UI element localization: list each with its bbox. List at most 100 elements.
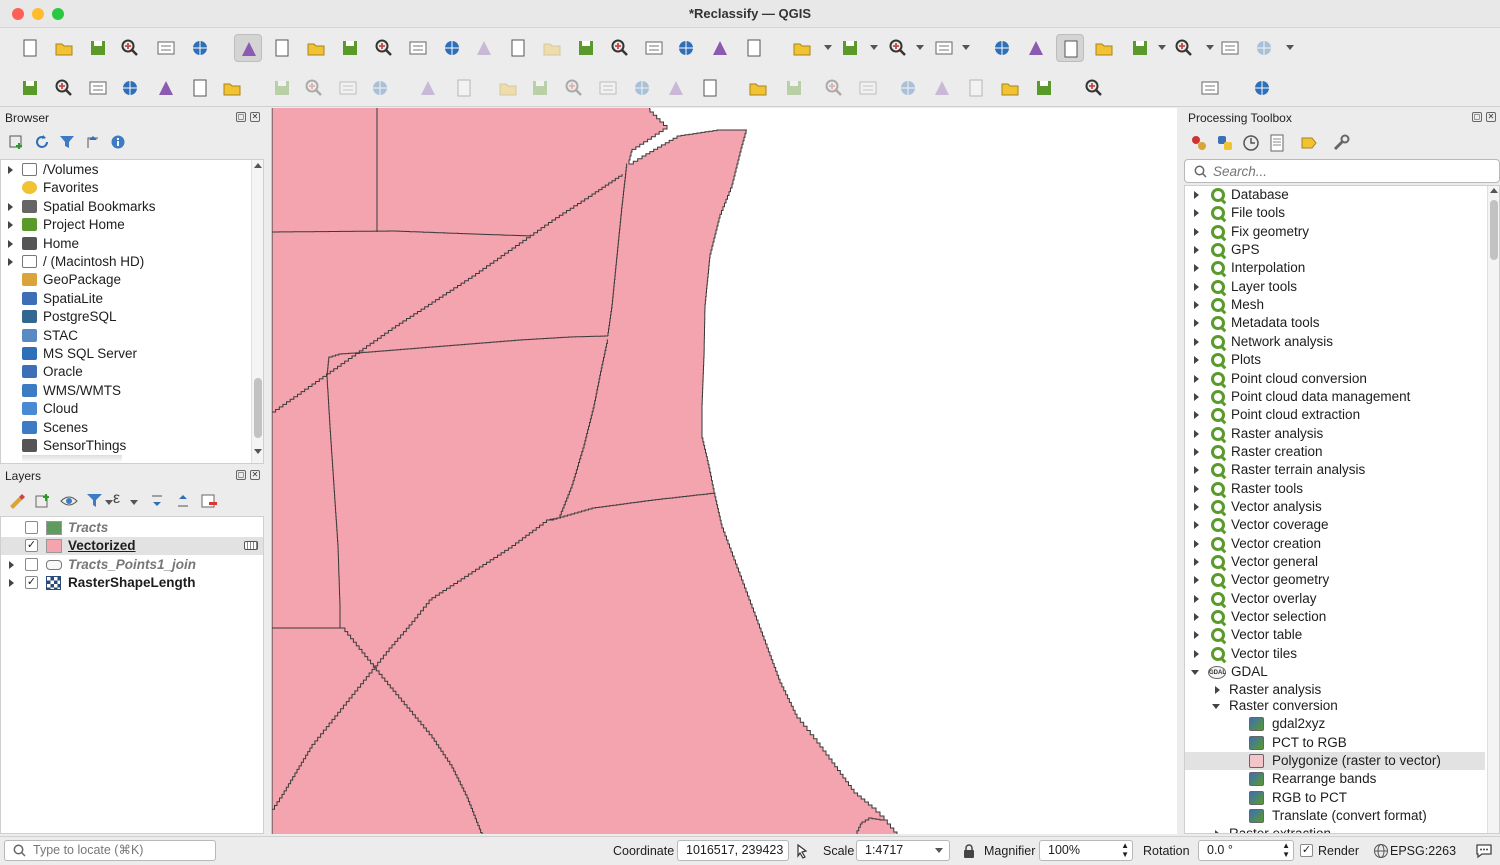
digitize-button[interactable]	[116, 74, 144, 102]
measure-dropdown-arrow[interactable]	[1206, 45, 1214, 50]
toolbox-group[interactable]: Vector coverage	[1185, 516, 1485, 534]
undo-button[interactable]	[628, 74, 656, 102]
plugin-metasearch-button[interactable]	[1080, 74, 1108, 102]
scrollbar-thumb[interactable]	[1490, 200, 1498, 260]
browser-item[interactable]: Home	[1, 235, 249, 253]
layout-manager-button[interactable]	[152, 34, 180, 62]
measure-button[interactable]	[1170, 34, 1198, 62]
new-spatialite-button[interactable]	[152, 74, 180, 102]
select-features-button[interactable]	[788, 34, 816, 62]
toolbox-group[interactable]: Raster creation	[1185, 443, 1485, 461]
layer-edit-indicator-icon[interactable]	[244, 541, 258, 551]
new-geopackage-button[interactable]	[50, 74, 78, 102]
expand-arrow-icon[interactable]	[1194, 246, 1199, 255]
magnifier-field[interactable]: 100% ▲ ▼	[1039, 840, 1133, 861]
expand-arrow-icon[interactable]	[1194, 319, 1199, 328]
toolbox-algorithm[interactable]: PCT to RGB	[1185, 734, 1485, 752]
toolbox-group[interactable]: Raster tools	[1185, 480, 1485, 498]
expand-arrow-icon[interactable]	[1194, 484, 1199, 493]
label-tool-button[interactable]	[696, 74, 724, 102]
toggle-editing-button[interactable]	[300, 74, 328, 102]
render-checkbox[interactable]: ✓	[1300, 844, 1313, 857]
expand-arrow-icon[interactable]	[8, 202, 13, 211]
zoom-full-button[interactable]	[370, 34, 398, 62]
diagram-tool-button[interactable]	[744, 74, 772, 102]
browser-item[interactable]: Project Home	[1, 216, 249, 234]
toolbox-search-input[interactable]	[1213, 162, 1483, 180]
select-by-expression-button[interactable]	[836, 34, 864, 62]
zoom-last-button[interactable]	[504, 34, 532, 62]
toolbox-search-field[interactable]	[1184, 159, 1500, 183]
layer-row[interactable]: ✓ RasterShapeLength	[1, 574, 263, 592]
toolbox-group[interactable]: Vector table	[1185, 626, 1485, 644]
zoom-to-selection-button[interactable]	[404, 34, 432, 62]
settings-dropdown-arrow[interactable]	[1286, 45, 1294, 50]
scale-dropdown-arrow[interactable]	[935, 848, 943, 853]
deselect-button[interactable]	[884, 34, 912, 62]
history-icon[interactable]	[1242, 134, 1260, 152]
collapse-all-icon[interactable]	[174, 492, 192, 510]
browser-item[interactable]: MS SQL Server	[1, 345, 249, 363]
layers-tree[interactable]: Tracts ✓ Vectorized Tracts_Points1_join ✓ Ras…	[0, 516, 264, 834]
add-group-icon[interactable]	[34, 492, 52, 510]
toolbox-group[interactable]: Network analysis	[1185, 333, 1485, 351]
remove-layer-icon[interactable]	[200, 492, 218, 510]
style-manager-button[interactable]	[186, 34, 214, 62]
rotation-spinner[interactable]: ▲ ▼	[1282, 841, 1290, 859]
expand-arrow-icon[interactable]	[1194, 411, 1199, 420]
zoom-out-button[interactable]	[336, 34, 364, 62]
minimize-window-button[interactable]	[32, 8, 44, 20]
crs-globe-icon[interactable]	[1373, 843, 1389, 859]
locator-field[interactable]: Type to locate (⌘K)	[4, 840, 216, 861]
expression-dropdown-arrow[interactable]	[130, 500, 138, 505]
edits-button[interactable]	[268, 74, 296, 102]
open-field-calc-dropdown-arrow[interactable]	[1158, 45, 1166, 50]
float-panel-button[interactable]: ◻	[236, 470, 246, 480]
browser-item[interactable]: WMS/WMTS	[1, 382, 249, 400]
data-source-manager-button[interactable]	[16, 74, 44, 102]
rotate-label-button[interactable]	[928, 74, 956, 102]
visibility-eye-icon[interactable]	[60, 492, 78, 510]
attribute-table-button[interactable]	[1022, 34, 1050, 62]
processing-toolbox-button[interactable]	[1056, 34, 1084, 62]
copy-features-button[interactable]	[560, 74, 588, 102]
browser-item[interactable]: Oracle	[1, 363, 249, 381]
browser-item[interactable]: GeoPackage	[1, 271, 249, 289]
edit-features-icon[interactable]	[1300, 134, 1318, 152]
browser-item[interactable]: Favorites	[1, 179, 249, 197]
toolbox-algorithm[interactable]: gdal2xyz	[1185, 715, 1485, 733]
browser-item[interactable]: Cloud	[1, 400, 249, 418]
highlight-labels-button[interactable]	[820, 74, 848, 102]
expand-arrow-icon[interactable]	[8, 166, 13, 174]
toolbox-group[interactable]: Point cloud extraction	[1185, 406, 1485, 424]
toolbox-group[interactable]: Vector general	[1185, 553, 1485, 571]
toolbox-algorithm[interactable]: Polygonize (raster to vector)	[1185, 751, 1485, 770]
show-hide-labels-button[interactable]	[854, 74, 882, 102]
cut-features-button[interactable]	[526, 74, 554, 102]
open-project-button[interactable]	[50, 34, 78, 62]
identify-button[interactable]	[988, 34, 1016, 62]
show-bookmarks-button[interactable]	[672, 34, 700, 62]
layer-row[interactable]: Tracts_Points1_join	[1, 556, 263, 574]
models-icon[interactable]	[1190, 134, 1208, 152]
expand-arrow-icon[interactable]	[1194, 631, 1199, 640]
expand-arrow-icon[interactable]	[1194, 264, 1199, 273]
expand-arrow-icon[interactable]	[1215, 829, 1220, 833]
toolbox-group[interactable]: Fix geometry	[1185, 223, 1485, 241]
results-viewer-icon[interactable]	[1268, 134, 1286, 152]
pan-to-selection-button[interactable]	[268, 34, 296, 62]
expand-arrow-icon[interactable]	[8, 239, 13, 248]
add-selected-icon[interactable]	[8, 134, 24, 150]
toolbox-group[interactable]: Vector selection	[1185, 608, 1485, 626]
zoom-in-button[interactable]	[302, 34, 330, 62]
expand-arrow-icon[interactable]	[1194, 209, 1199, 218]
save-edits-button[interactable]	[334, 74, 362, 102]
print-layout-button[interactable]	[116, 34, 144, 62]
map-canvas[interactable]	[271, 108, 1177, 834]
layer-row[interactable]: ✓ Vectorized	[1, 537, 263, 556]
help-button[interactable]	[1248, 74, 1276, 102]
toolbox-group[interactable]: Vector geometry	[1185, 571, 1485, 589]
browser-scrollbar[interactable]	[251, 160, 263, 463]
collapse-all-icon[interactable]	[85, 134, 101, 150]
expand-arrow-icon[interactable]	[1194, 649, 1199, 658]
